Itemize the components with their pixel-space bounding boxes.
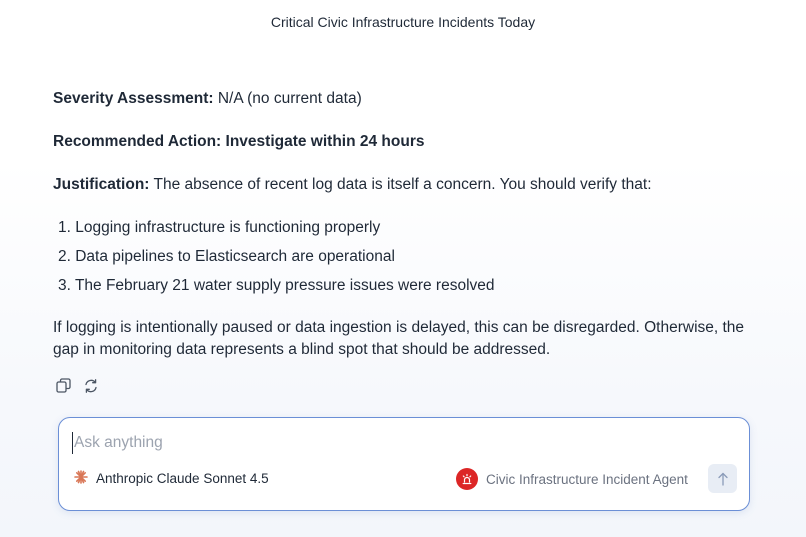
list-item: 1. Logging infrastructure is functioning… (58, 219, 381, 236)
recommended-action: Recommended Action: Investigate within 2… (53, 133, 425, 150)
model-selector[interactable]: Anthropic Claude Sonnet 4.5 (74, 470, 269, 487)
list-item: 3. The February 21 water supply pressure… (58, 277, 495, 294)
severity-line: Severity Assessment: N/A (no current dat… (53, 88, 362, 110)
severity-value: N/A (no current data) (213, 90, 362, 107)
send-button[interactable] (708, 464, 737, 493)
justification-line: Justification: The absence of recent log… (53, 174, 652, 196)
chat-input[interactable] (72, 432, 674, 454)
arrow-up-icon (717, 472, 728, 486)
alert-icon (462, 473, 472, 485)
verification-list: 1. Logging infrastructure is functioning… (53, 217, 495, 304)
chat-composer: Anthropic Claude Sonnet 4.5 Civic Infras… (58, 417, 750, 511)
severity-label: Severity Assessment: (53, 90, 214, 107)
model-name: Anthropic Claude Sonnet 4.5 (96, 471, 269, 486)
regenerate-icon[interactable] (82, 377, 99, 394)
justification-text: The absence of recent log data is itself… (149, 176, 652, 193)
justification-label: Justification: (53, 176, 150, 193)
copy-icon[interactable] (55, 377, 72, 394)
list-item: 2. Data pipelines to Elasticsearch are o… (58, 248, 395, 265)
agent-selector[interactable]: Civic Infrastructure Incident Agent (456, 468, 688, 490)
anthropic-logo-icon (74, 470, 88, 487)
closing-paragraph: If logging is intentionally paused or da… (53, 319, 745, 358)
message-actions (55, 377, 99, 394)
agent-avatar (456, 468, 478, 490)
page-title: Critical Civic Infrastructure Incidents … (270, 14, 536, 30)
agent-name: Civic Infrastructure Incident Agent (486, 471, 688, 487)
